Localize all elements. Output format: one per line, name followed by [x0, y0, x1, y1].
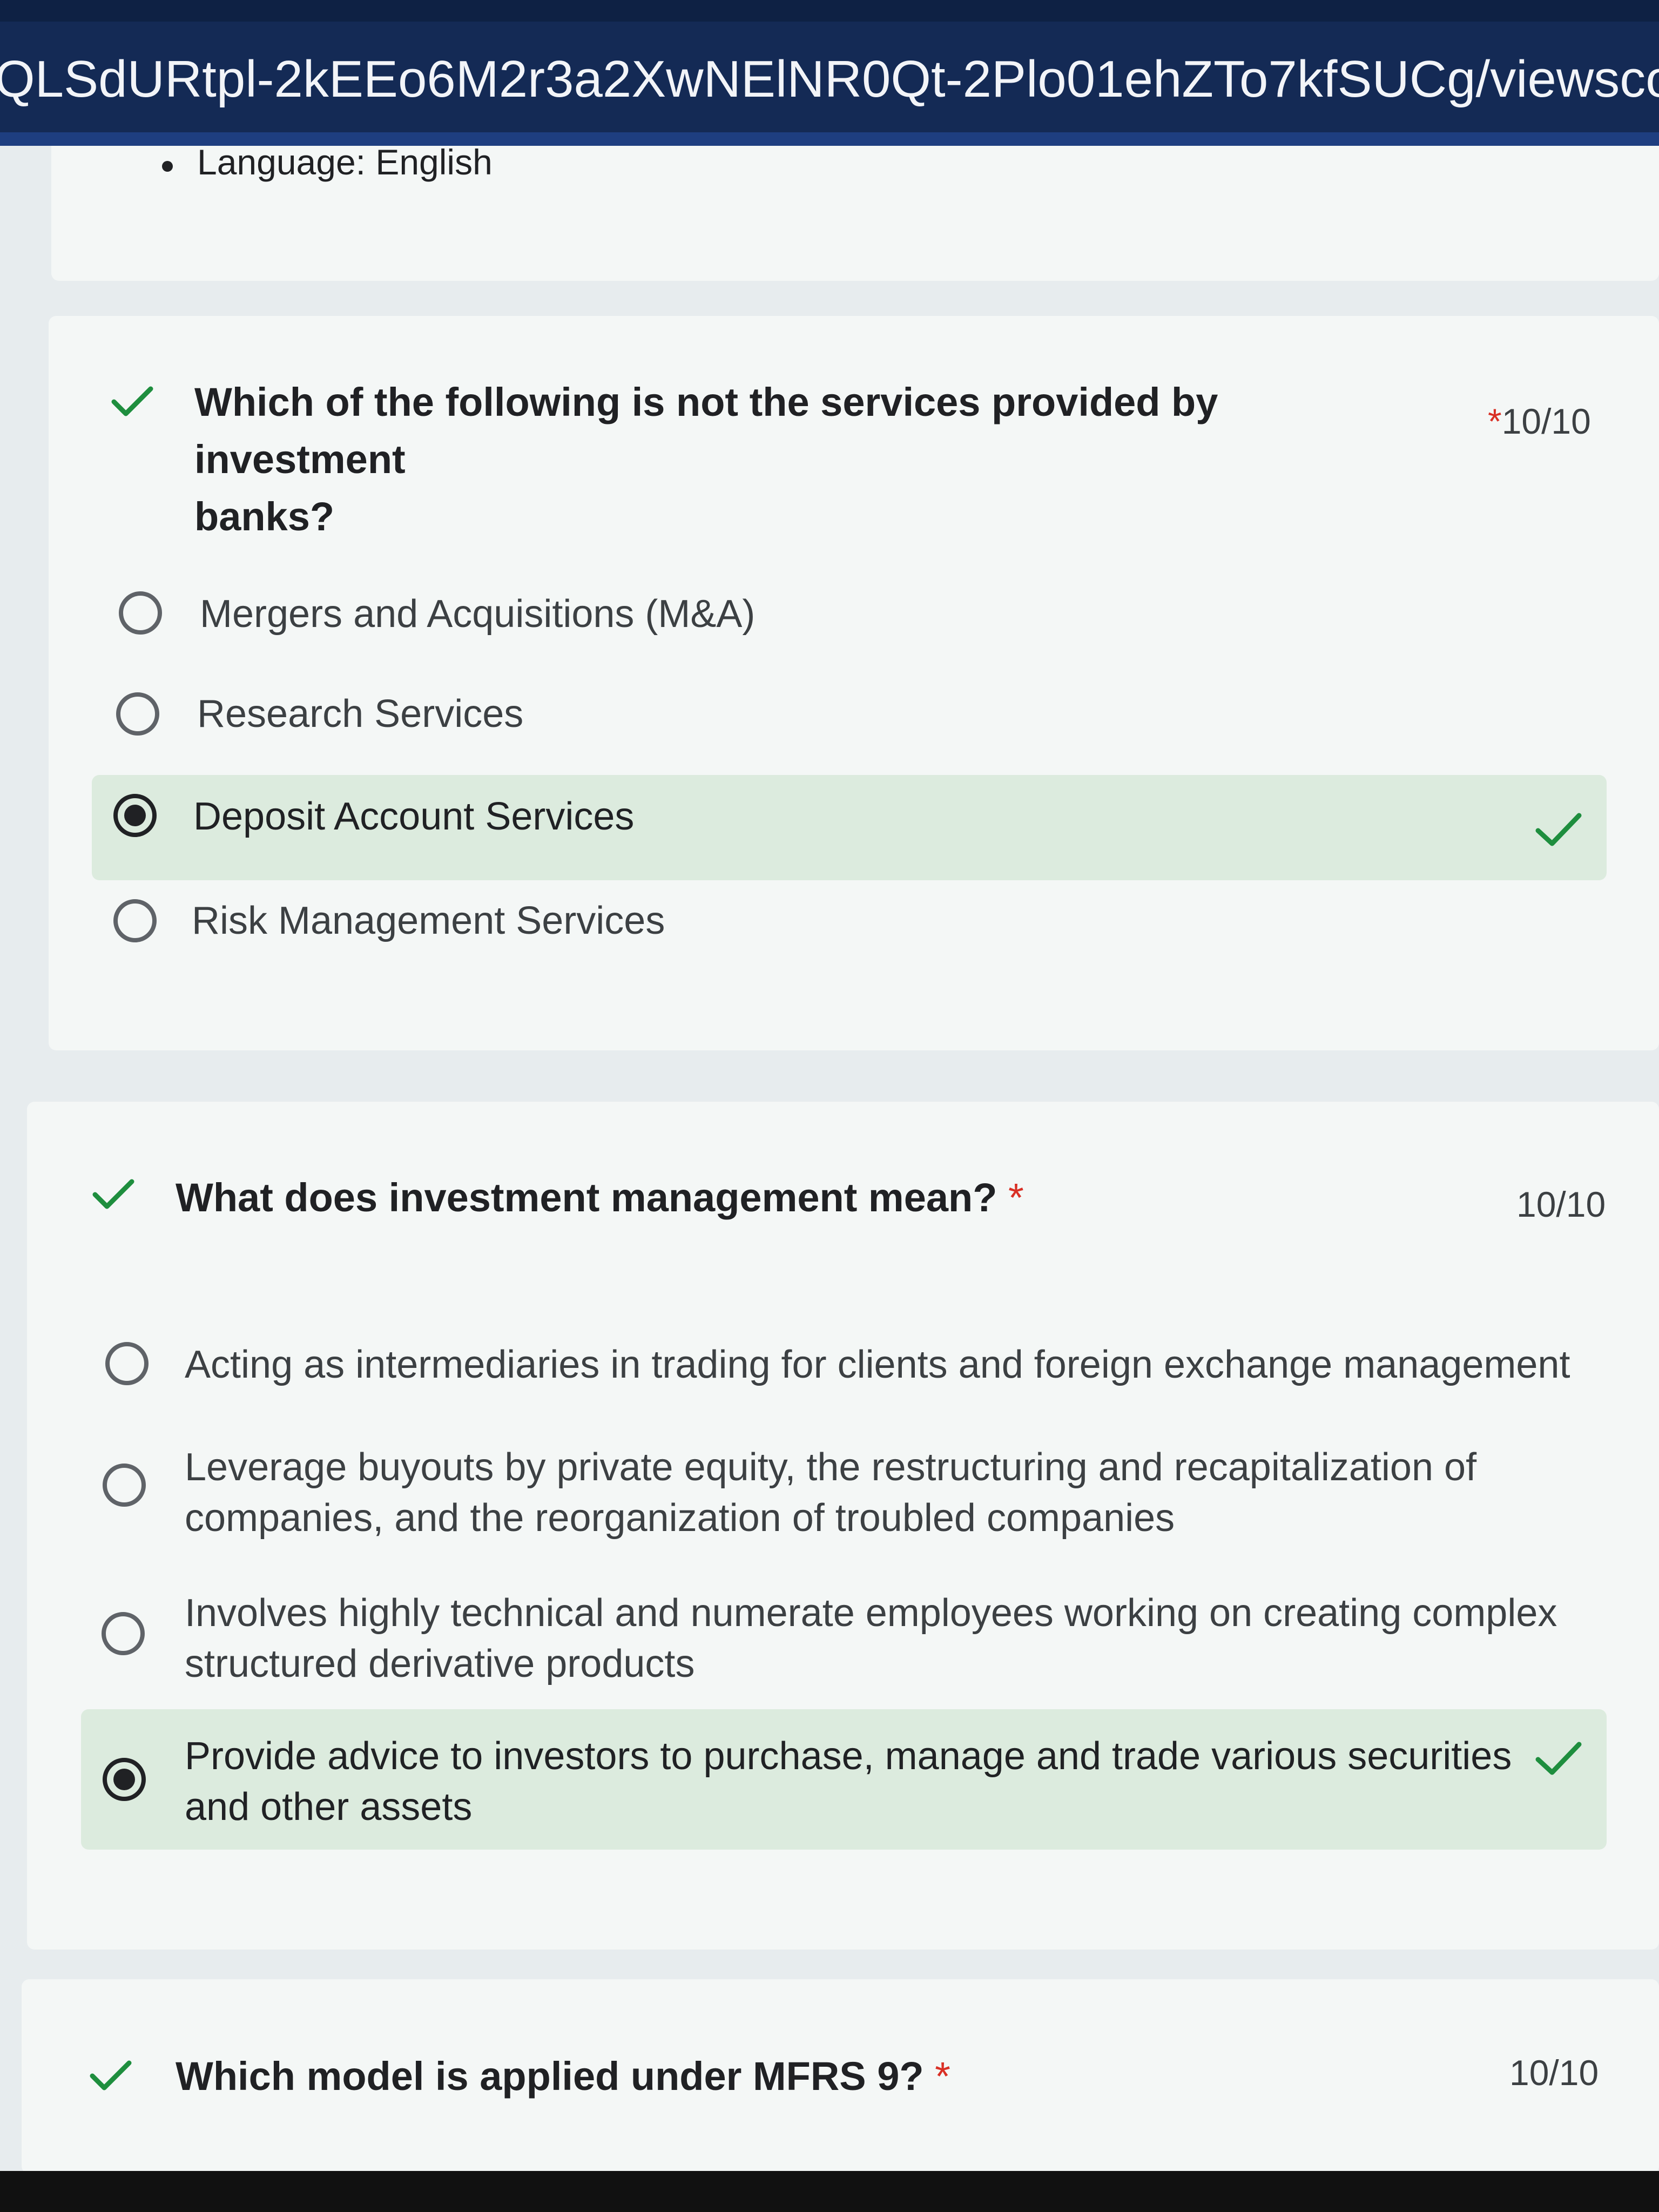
question-title-2: What does investment management mean? * [176, 1169, 1024, 1226]
option-label: Deposit Account Services [193, 795, 635, 838]
browser-tab-strip [0, 0, 1659, 22]
bullet-icon [162, 161, 173, 172]
radio-option-deposit-selected[interactable] [113, 794, 157, 837]
radio-option-mergers[interactable] [119, 591, 162, 635]
radio-option-technical[interactable] [102, 1612, 145, 1655]
question-title-1-line2: banks? [194, 494, 335, 539]
checkmark-icon [92, 1177, 135, 1210]
question-title-3: Which model is applied under MFRS 9? * [176, 2048, 950, 2105]
browser-address-bar[interactable]: QLSdURtpl-2kEEo6M2r3a2XwNElNR0Qt-2Plo01e… [0, 0, 1659, 146]
required-marker: * [1008, 1175, 1024, 1220]
option-label-line1: Provide advice to investors to purchase,… [185, 1735, 1512, 1778]
question-title-3-text: Which model is applied under MFRS 9? [176, 2054, 924, 2099]
required-marker: * [1488, 401, 1502, 441]
question-score-1: *10/10 [1488, 401, 1591, 442]
option-label: Risk Management Services [192, 899, 665, 942]
option-label: Research Services [197, 692, 524, 736]
option-label-line2: and other assets [185, 1785, 473, 1829]
score-value: 10/10 [1501, 401, 1591, 441]
question-title-1-line1: Which of the following is not the servic… [194, 380, 1218, 482]
option-label: Mergers and Acquisitions (M&A) [200, 592, 756, 636]
checkmark-icon [89, 2059, 132, 2091]
option-label-line2: structured derivative products [185, 1642, 695, 1685]
language-item: Language: English [197, 142, 493, 182]
question-score-3: 10/10 [1509, 2053, 1599, 2093]
option-label: Acting as intermediaries in trading for … [185, 1343, 1570, 1386]
url-text[interactable]: QLSdURtpl-2kEEo6M2r3a2XwNElNR0Qt-2Plo01e… [0, 50, 1659, 109]
checkmark-icon [111, 385, 154, 417]
checkmark-icon [1534, 1739, 1582, 1777]
option-label-line1: Involves highly technical and numerate e… [185, 1591, 1557, 1635]
option-label: Involves highly technical and numerate e… [185, 1588, 1557, 1689]
radio-option-advice-selected[interactable] [103, 1758, 146, 1801]
taskbar [0, 2171, 1659, 2212]
question-score-2: 10/10 [1516, 1184, 1606, 1224]
required-marker: * [935, 2054, 950, 2099]
radio-option-research[interactable] [116, 692, 159, 736]
option-label-line1: Leverage buyouts by private equity, the … [185, 1446, 1477, 1489]
radio-option-risk[interactable] [113, 899, 157, 942]
question-title-1: Which of the following is not the servic… [194, 374, 1410, 545]
option-label-line2: companies, and the reorganization of tro… [185, 1496, 1175, 1540]
radio-option-intermediaries[interactable] [105, 1342, 149, 1385]
checkmark-icon [1534, 810, 1582, 848]
option-label: Leverage buyouts by private equity, the … [185, 1442, 1476, 1543]
question-title-2-text: What does investment management mean? [176, 1175, 997, 1220]
option-label: Provide advice to investors to purchase,… [185, 1731, 1512, 1832]
radio-option-leverage-buyouts[interactable] [103, 1464, 146, 1507]
